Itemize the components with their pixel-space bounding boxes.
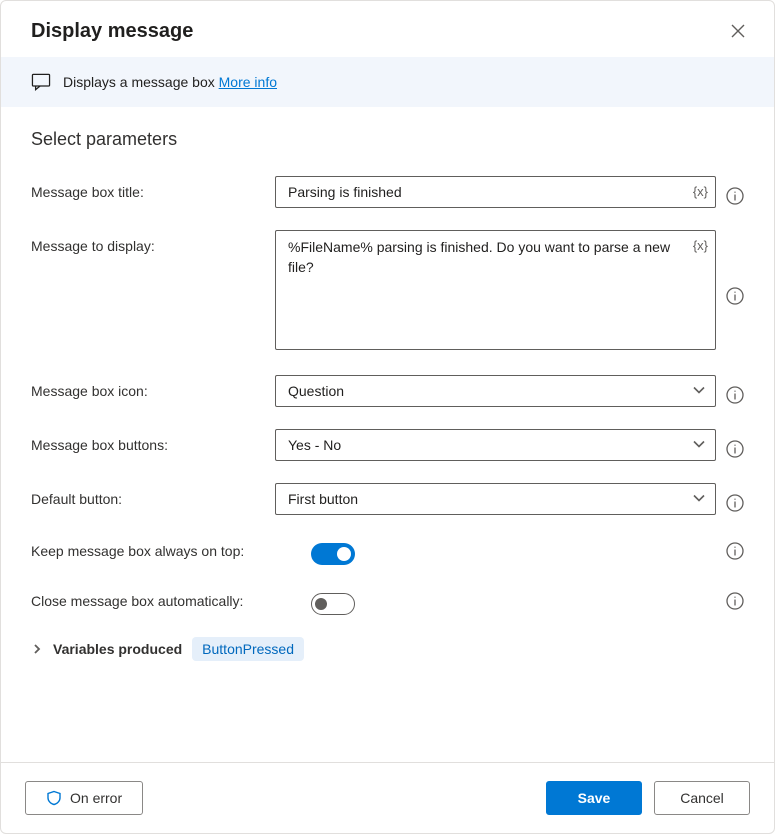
close-button[interactable] (726, 19, 750, 43)
variable-pill[interactable]: ButtonPressed (192, 637, 304, 661)
label-auto-close: Close message box automatically: (31, 587, 301, 609)
info-icon[interactable] (726, 592, 744, 610)
variable-picker-icon[interactable]: {x} (693, 238, 708, 253)
label-always-on-top: Keep message box always on top: (31, 537, 301, 559)
info-icon[interactable] (726, 386, 744, 404)
variable-picker-icon[interactable]: {x} (693, 184, 708, 199)
label-message: Message to display: (31, 230, 265, 254)
info-icon[interactable] (726, 542, 744, 560)
info-icon[interactable] (726, 440, 744, 458)
dialog-footer: On error Save Cancel (1, 762, 774, 833)
toggle-knob (337, 547, 351, 561)
toggle-always-on-top[interactable] (311, 543, 355, 565)
info-icon[interactable] (726, 494, 744, 512)
content-area: Select parameters Message box title: {x}… (1, 107, 774, 762)
more-info-link[interactable]: More info (219, 74, 277, 90)
on-error-button[interactable]: On error (25, 781, 143, 815)
info-banner: Displays a message box More info (1, 57, 774, 107)
label-title: Message box title: (31, 176, 265, 200)
row-always-on-top: Keep message box always on top: (31, 537, 744, 565)
cancel-button[interactable]: Cancel (654, 781, 750, 815)
info-icon[interactable] (726, 287, 744, 305)
variables-produced-label: Variables produced (53, 641, 182, 657)
save-button[interactable]: Save (546, 781, 642, 815)
chevron-right-icon (31, 643, 43, 655)
banner-text: Displays a message box More info (63, 74, 277, 90)
toggle-knob (315, 598, 327, 610)
label-icon: Message box icon: (31, 375, 265, 399)
dialog-title: Display message (31, 20, 193, 43)
row-auto-close: Close message box automatically: (31, 587, 744, 615)
shield-icon (46, 790, 62, 806)
variables-produced-row[interactable]: Variables produced ButtonPressed (31, 637, 744, 661)
close-icon (730, 23, 746, 39)
banner-description: Displays a message box (63, 74, 219, 90)
row-icon: Message box icon: Question (31, 375, 744, 407)
input-title[interactable] (275, 176, 716, 208)
display-message-dialog: Display message Displays a message box M… (0, 0, 775, 834)
message-icon (31, 73, 51, 91)
toggle-auto-close[interactable] (311, 593, 355, 615)
label-default: Default button: (31, 483, 265, 507)
select-default[interactable]: First button (275, 483, 716, 515)
section-title: Select parameters (31, 129, 744, 150)
select-buttons[interactable]: Yes - No (275, 429, 716, 461)
row-title: Message box title: {x} (31, 176, 744, 208)
select-icon[interactable]: Question (275, 375, 716, 407)
on-error-label: On error (70, 790, 122, 806)
row-message: Message to display: {x} (31, 230, 744, 353)
row-buttons: Message box buttons: Yes - No (31, 429, 744, 461)
dialog-header: Display message (1, 1, 774, 57)
label-buttons: Message box buttons: (31, 429, 265, 453)
info-icon[interactable] (726, 187, 744, 205)
row-default: Default button: First button (31, 483, 744, 515)
input-message[interactable] (275, 230, 716, 350)
